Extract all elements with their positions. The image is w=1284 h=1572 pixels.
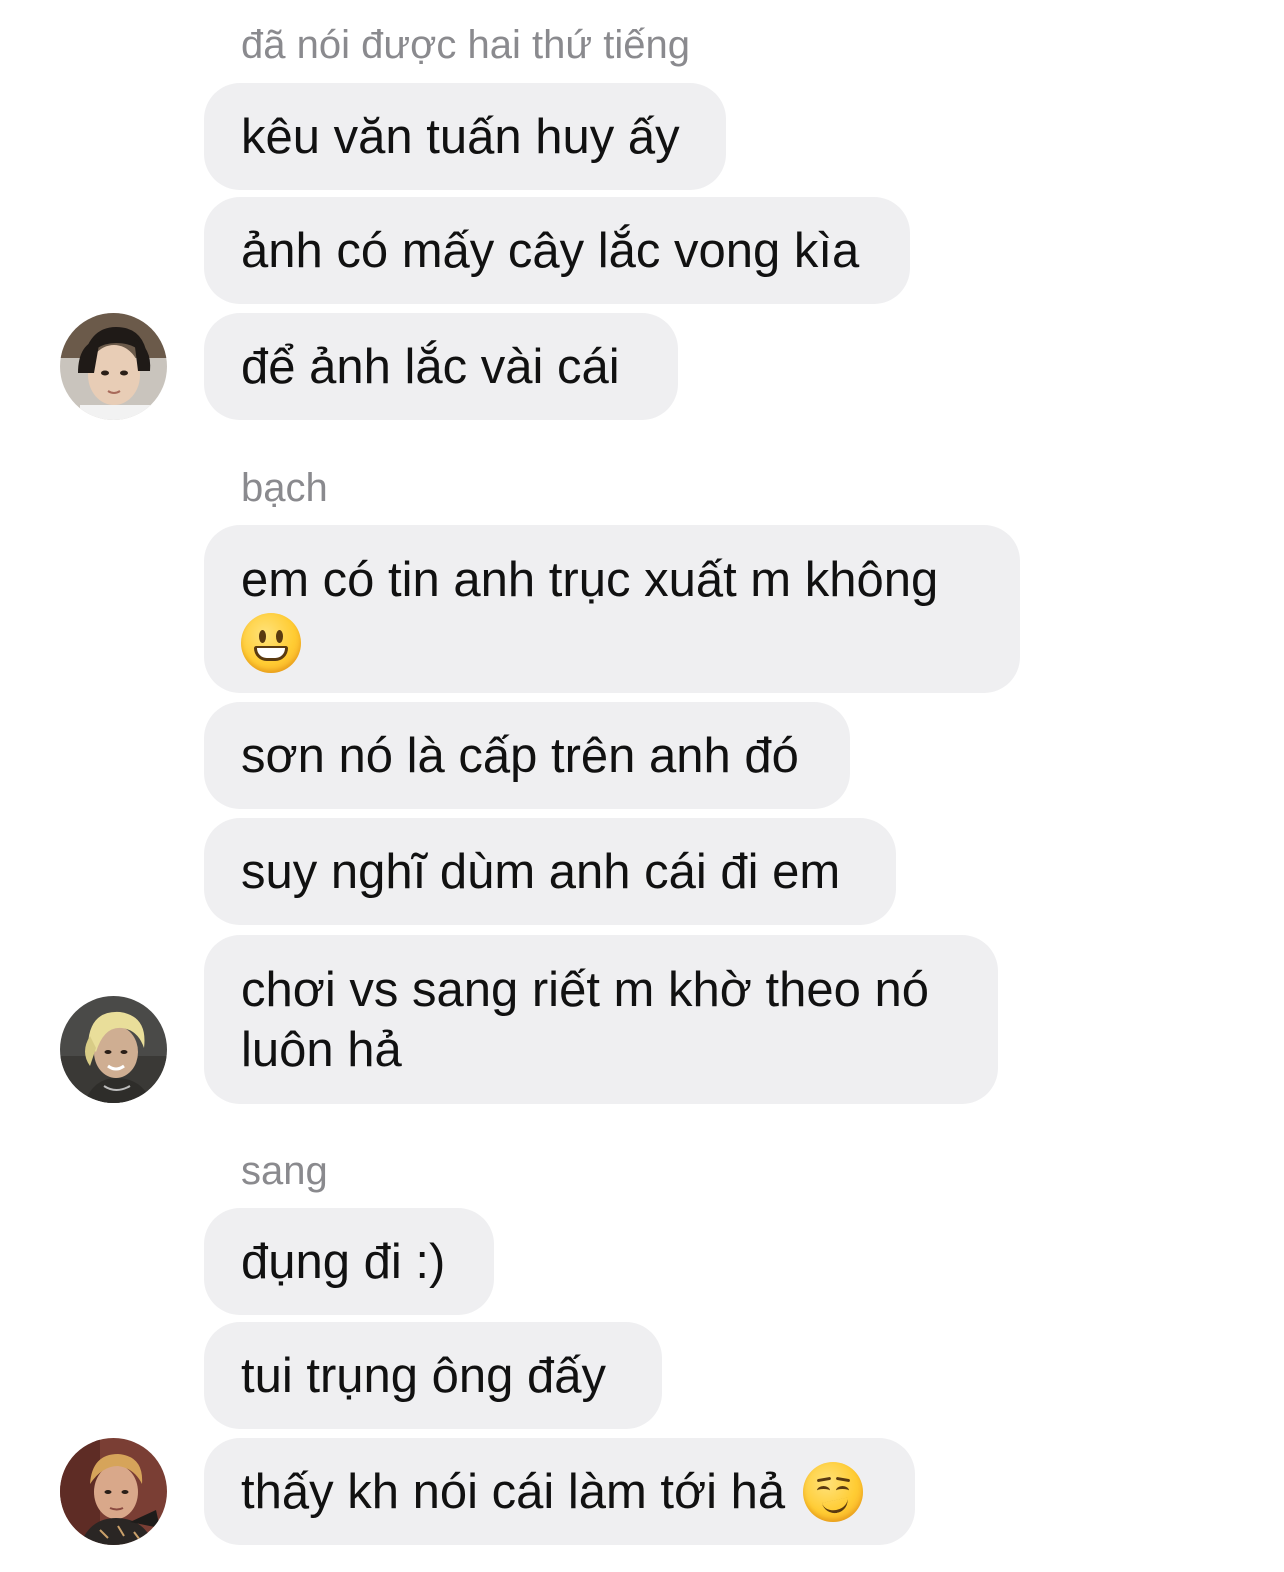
grinning-face-icon xyxy=(241,613,301,674)
message-text: đụng đi :) xyxy=(241,1234,446,1289)
message-bubble[interactable]: thấy kh nói cái làm tới hả xyxy=(204,1438,915,1545)
message-text: thấy kh nói cái làm tới hả xyxy=(241,1464,786,1519)
message-text: sơn nó là cấp trên anh đó xyxy=(241,728,799,783)
sender-name: sang xyxy=(241,1149,328,1193)
message-text: tui trụng ông đấy xyxy=(241,1348,607,1403)
message-text: em có tin anh trục xuất m không xyxy=(241,553,939,607)
message-text: suy nghĩ dùm anh cái đi em xyxy=(241,844,841,899)
message-bubble[interactable]: em có tin anh trục xuất m không xyxy=(204,525,1020,693)
avatar-photo xyxy=(60,1438,167,1545)
message-bubble[interactable]: ảnh có mấy cây lắc vong kìa xyxy=(204,197,910,304)
sender-name: bạch xyxy=(241,466,328,510)
message-bubble[interactable]: để ảnh lắc vài cái xyxy=(204,313,678,420)
sender-name: đã nói được hai thứ tiếng xyxy=(241,23,690,67)
message-bubble[interactable]: sơn nó là cấp trên anh đó xyxy=(204,702,850,809)
sender-avatar[interactable] xyxy=(60,996,167,1103)
avatar-photo xyxy=(60,996,167,1103)
sender-avatar[interactable] xyxy=(60,1438,167,1545)
avatar-photo xyxy=(60,313,167,420)
message-text: ảnh có mấy cây lắc vong kìa xyxy=(241,223,860,278)
message-bubble[interactable]: đụng đi :) xyxy=(204,1208,494,1315)
message-text: chơi vs sang riết m khờ theo nó luôn hả xyxy=(241,963,929,1077)
message-bubble[interactable]: chơi vs sang riết m khờ theo nó luôn hả xyxy=(204,935,998,1104)
message-text: để ảnh lắc vài cái xyxy=(241,339,620,394)
message-bubble[interactable]: suy nghĩ dùm anh cái đi em xyxy=(204,818,896,925)
message-bubble[interactable]: tui trụng ông đấy xyxy=(204,1322,662,1429)
message-text: kêu văn tuấn huy ấy xyxy=(241,109,680,164)
sender-avatar[interactable] xyxy=(60,313,167,420)
smirking-face-icon xyxy=(803,1461,864,1522)
message-bubble[interactable]: kêu văn tuấn huy ấy xyxy=(204,83,726,190)
